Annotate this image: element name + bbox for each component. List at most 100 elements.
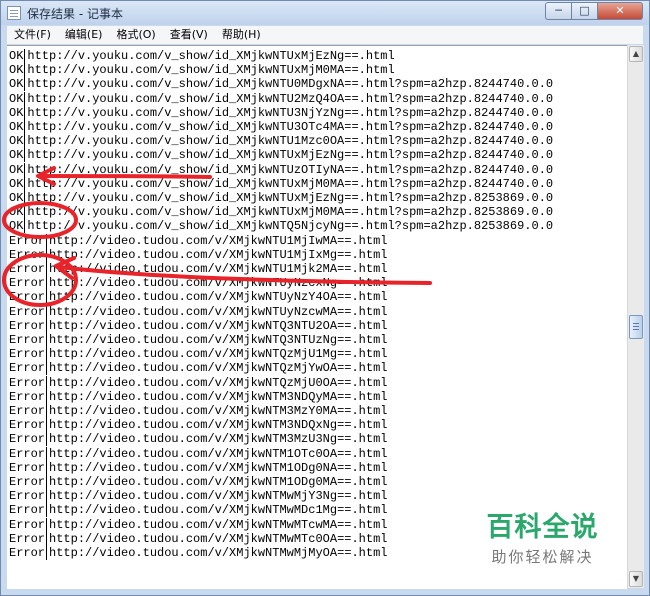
line-url: http://v.youku.com/v_show/id_XMjkwNTU1Mz… [27, 134, 554, 149]
line-status: Error [9, 247, 46, 262]
watermark: 百科全说 助你轻松解决 [470, 505, 615, 567]
scroll-down-arrow-icon[interactable]: ▼ [629, 571, 643, 587]
line-url: http://video.tudou.com/v/XMjkwNTMwMTcwMA… [49, 517, 388, 532]
line-url: http://video.tudou.com/v/XMjkwNTMwMjY3Ng… [49, 489, 388, 504]
text-line: Error http://video.tudou.com/v/XMjkwNTQ3N… [9, 318, 387, 333]
line-url: http://v.youku.com/v_show/id_XMjkwNTUxMj… [27, 148, 554, 163]
text-line: Error http://video.tudou.com/v/XMjkwNTU1M… [9, 262, 387, 276]
close-button[interactable]: ✕ [598, 2, 643, 20]
menu-bar: 文件(F) 编辑(E) 格式(O) 查看(V) 帮助(H) [7, 26, 643, 44]
line-status: Error [9, 276, 46, 291]
line-status: Error [9, 446, 46, 461]
menu-edit[interactable]: 编辑(E) [58, 26, 110, 44]
tab-separator [24, 205, 26, 220]
tab-separator [46, 276, 48, 291]
line-status: Error [9, 262, 46, 276]
text-line: OK http://v.youku.com/v_show/id_XMjkwNTU3… [9, 105, 554, 120]
vertical-scrollbar[interactable]: ▲ ▼ [627, 45, 644, 588]
line-url: http://video.tudou.com/v/XMjkwNTM1ODg0NA… [49, 460, 388, 475]
tab-separator [46, 489, 48, 504]
line-status: OK [9, 91, 24, 106]
line-url: http://v.youku.com/v_show/id_XMjkwNTUxMj… [27, 63, 395, 78]
line-status: Error [9, 304, 46, 319]
line-url: http://v.youku.com/v_show/id_XMjkwNTUxMj… [27, 191, 554, 205]
line-url: http://video.tudou.com/v/XMjkwNTU1Mjk2MA… [49, 262, 388, 276]
text-line: Error http://video.tudou.com/v/XMjkwNTM3M… [9, 432, 388, 447]
menu-view[interactable]: 查看(V) [163, 26, 215, 44]
tab-separator [46, 262, 48, 276]
tab-separator [46, 333, 48, 347]
tab-separator [24, 176, 26, 191]
title-bar[interactable]: 保存结果 - 记事本 ─ □ ✕ [1, 1, 649, 25]
tab-separator [46, 517, 48, 532]
tab-separator [24, 105, 26, 120]
scrollbar-thumb[interactable] [629, 315, 643, 339]
maximize-button[interactable]: □ [572, 2, 598, 20]
text-line: OK http://v.youku.com/v_show/id_XMjkwNTU3… [9, 120, 553, 134]
text-line: OK http://v.youku.com/v_show/id_XMjkwNTU0… [9, 77, 553, 92]
tab-separator [24, 148, 26, 163]
line-url: http://video.tudou.com/v/XMjkwNTMwMTc0OA… [49, 531, 388, 546]
notepad-icon [7, 6, 21, 20]
text-line: Error http://video.tudou.com/v/XMjkwNTMwM… [9, 489, 388, 504]
line-url: http://video.tudou.com/v/XMjkwNTQzMjU0OA… [49, 375, 388, 390]
tab-separator [24, 191, 26, 205]
line-status: OK [9, 176, 24, 191]
line-status: Error [9, 290, 46, 305]
menu-help[interactable]: 帮助(H) [215, 26, 268, 44]
line-status: Error [9, 347, 46, 362]
text-line: Error http://video.tudou.com/v/XMjkwNTQzM… [9, 361, 388, 376]
scroll-up-arrow-icon[interactable]: ▲ [629, 46, 643, 62]
tab-separator [46, 290, 48, 305]
line-status: OK [9, 191, 24, 205]
text-line: Error http://video.tudou.com/v/XMjkwNTUyN… [9, 290, 388, 305]
text-line: Error http://video.tudou.com/v/XMjkwNTU1M… [9, 247, 388, 262]
text-line: Error http://video.tudou.com/v/XMjkwNTMwM… [9, 503, 388, 518]
line-status: Error [9, 404, 46, 418]
line-url: http://v.youku.com/v_show/id_XMjkwNTQ5Nj… [27, 219, 554, 234]
tab-separator [24, 49, 26, 63]
menu-format[interactable]: 格式(O) [109, 26, 162, 44]
line-status: OK [9, 120, 24, 134]
menu-file[interactable]: 文件(F) [7, 26, 58, 44]
line-status: OK [9, 134, 24, 149]
line-status: Error [9, 233, 46, 248]
tab-separator [46, 531, 48, 546]
tab-separator [24, 77, 26, 92]
line-status: Error [9, 546, 46, 560]
tab-separator [46, 233, 48, 248]
line-url: http://v.youku.com/v_show/id_XMjkwNTU3OT… [27, 120, 554, 134]
tab-separator [24, 134, 26, 149]
line-url: http://video.tudou.com/v/XMjkwNTU1MjIxMg… [49, 247, 388, 262]
line-url: http://video.tudou.com/v/XMjkwNTM3NDQxNg… [49, 418, 388, 433]
watermark-subtitle: 助你轻松解决 [491, 548, 594, 566]
line-status: OK [9, 162, 24, 177]
line-url: http://video.tudou.com/v/XMjkwNTM3MzU3Ng… [49, 432, 388, 447]
line-status: OK [9, 219, 24, 234]
tab-separator [24, 219, 26, 234]
line-url: http://video.tudou.com/v/XMjkwNTM1OTc0OA… [49, 446, 388, 461]
line-status: Error [9, 432, 46, 447]
line-url: http://video.tudou.com/v/XMjkwNTMwMDc1Mg… [49, 503, 388, 518]
text-line: Error http://video.tudou.com/v/XMjkwNTUyN… [9, 304, 387, 319]
text-line: Error http://video.tudou.com/v/XMjkwNTQzM… [9, 347, 388, 362]
text-line: Error http://video.tudou.com/v/XMjkwNTM3M… [9, 404, 387, 418]
tab-separator [46, 404, 48, 418]
text-line: OK http://v.youku.com/v_show/id_XMjkwNTUx… [9, 191, 553, 205]
text-line: Error http://video.tudou.com/v/XMjkwNTQzM… [9, 375, 388, 390]
line-url: http://video.tudou.com/v/XMjkwNTUyNzY4OA… [49, 290, 388, 305]
line-status: OK [9, 105, 24, 120]
text-line: Error http://video.tudou.com/v/XMjkwNTU1M… [9, 233, 387, 248]
line-status: Error [9, 375, 46, 390]
line-url: http://video.tudou.com/v/XMjkwNTQ3NTUzNg… [49, 333, 388, 347]
minimize-button[interactable]: ─ [545, 2, 572, 20]
line-url: http://video.tudou.com/v/XMjkwNTQzMjU1Mg… [49, 347, 388, 362]
line-url: http://v.youku.com/v_show/id_XMjkwNTU3Nj… [27, 105, 554, 120]
line-url: http://v.youku.com/v_show/id_XMjkwNTUxMj… [27, 176, 554, 191]
line-status: Error [9, 503, 46, 518]
text-line: Error http://video.tudou.com/v/XMjkwNTM1O… [9, 475, 387, 489]
tab-separator [46, 460, 48, 475]
text-line: OK http://v.youku.com/v_show/id_XMjkwNTQ5… [9, 219, 554, 234]
text-line: OK http://v.youku.com/v_show/id_XMjkwNTU1… [9, 134, 554, 149]
line-url: http://video.tudou.com/v/XMjkwNTQzMjYwOA… [49, 361, 388, 376]
